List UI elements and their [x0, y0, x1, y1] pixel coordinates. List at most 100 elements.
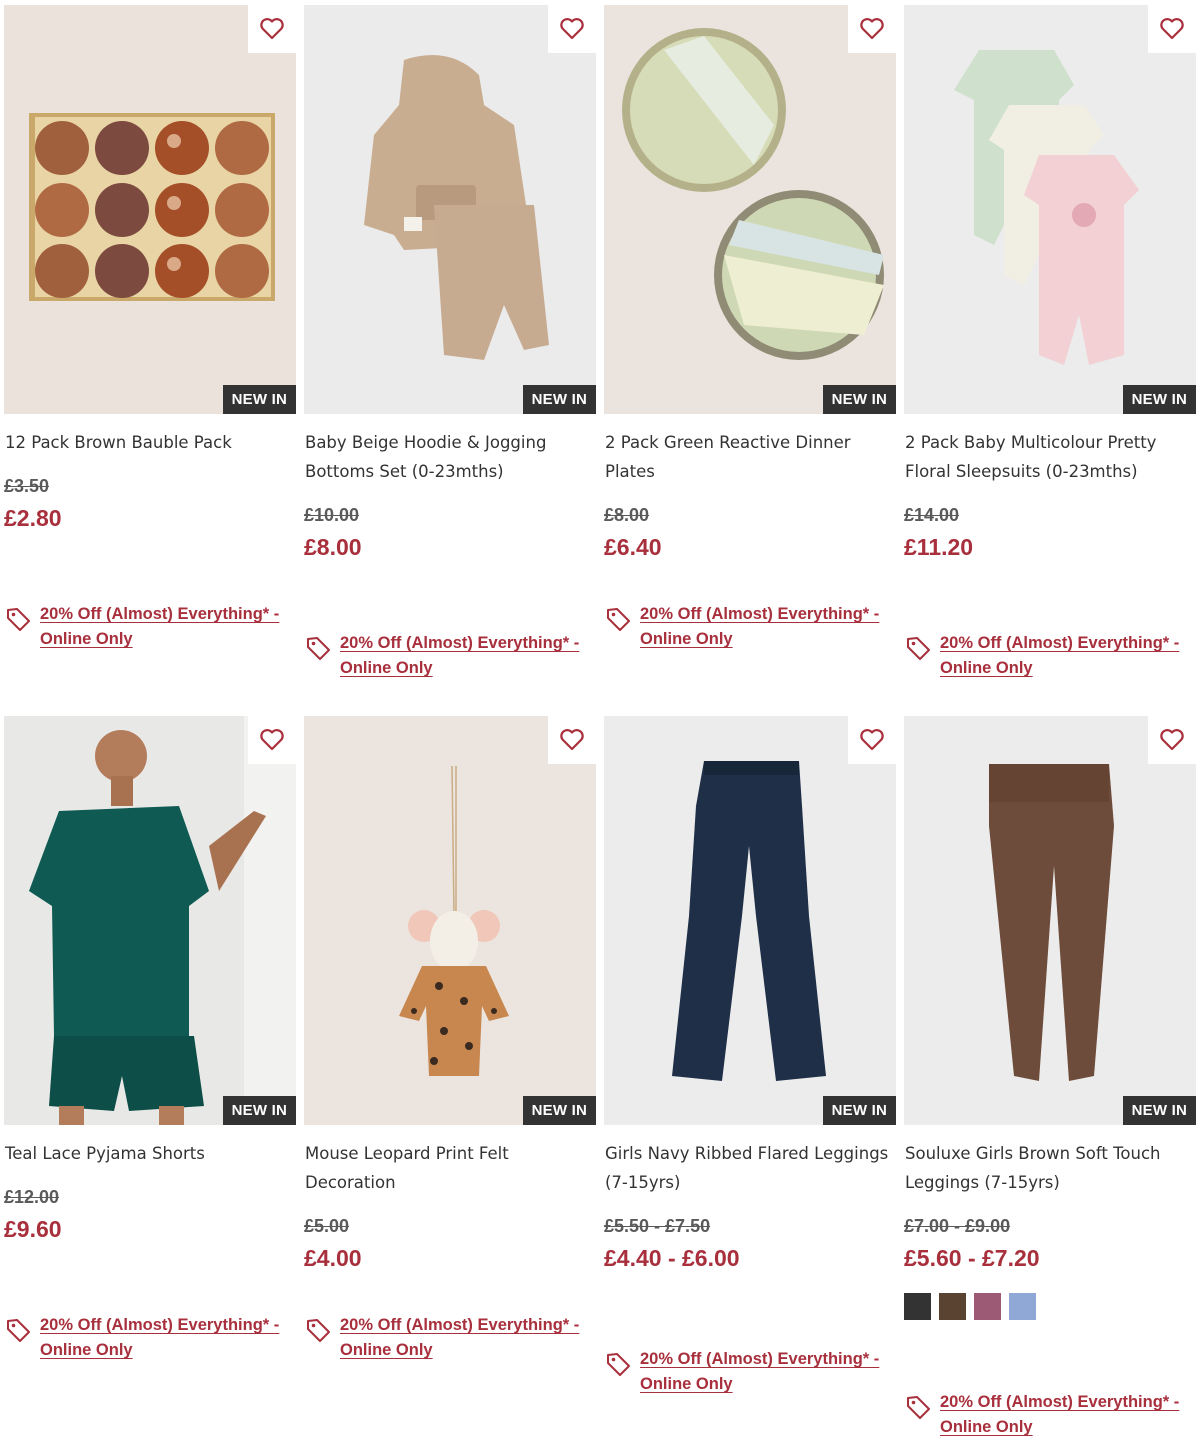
- product-title[interactable]: Girls Navy Ribbed Flared Leggings (7-15y…: [604, 1139, 896, 1197]
- now-price: £9.60: [4, 1216, 62, 1242]
- now-price: £8.00: [304, 534, 362, 560]
- promo-text[interactable]: 20% Off (Almost) Everything* - Online On…: [640, 1347, 880, 1397]
- wishlist-button[interactable]: [248, 716, 296, 764]
- product-title[interactable]: Baby Beige Hoodie & Jogging Bottoms Set …: [304, 428, 596, 486]
- product-card[interactable]: NEW IN Baby Beige Hoodie & Jogging Botto…: [304, 5, 596, 677]
- promo-link[interactable]: 20% Off (Almost) Everything* - Online On…: [604, 602, 880, 652]
- was-price: £5.50 - £7.50: [604, 1216, 711, 1236]
- product-card[interactable]: NEW IN Girls Navy Ribbed Flared Leggings…: [604, 716, 896, 1393]
- promo-text[interactable]: 20% Off (Almost) Everything* - Online On…: [640, 602, 880, 652]
- promo-link[interactable]: 20% Off (Almost) Everything* - Online On…: [304, 1313, 580, 1363]
- product-image[interactable]: NEW IN: [904, 716, 1196, 1125]
- heart-icon: [860, 18, 884, 40]
- product-card[interactable]: NEW IN Souluxe Girls Brown Soft Touch Le…: [904, 716, 1196, 1436]
- price-tag-icon: [907, 637, 930, 660]
- pyjama-shorts-image: [29, 716, 296, 1125]
- product-image[interactable]: NEW IN: [604, 716, 896, 1125]
- product-title[interactable]: Souluxe Girls Brown Soft Touch Leggings …: [904, 1139, 1196, 1197]
- product-title[interactable]: 2 Pack Baby Multicolour Pretty Floral Sl…: [904, 428, 1196, 486]
- wishlist-button[interactable]: [1148, 5, 1196, 53]
- colour-swatch[interactable]: [904, 1293, 931, 1320]
- promo-link[interactable]: 20% Off (Almost) Everything* - Online On…: [604, 1347, 880, 1397]
- hoodie-set-image: [364, 55, 549, 360]
- was-price: £5.00: [304, 1216, 350, 1236]
- navy-leggings-image: [672, 761, 826, 1081]
- now-price: £6.40: [604, 534, 662, 560]
- product-card[interactable]: NEW IN Teal Lace Pyjama Shorts £12.00 £9…: [4, 716, 296, 1359]
- product-image[interactable]: NEW IN: [604, 5, 896, 414]
- product-image[interactable]: NEW IN: [904, 5, 1196, 414]
- now-price: £4.40 - £6.00: [604, 1245, 740, 1271]
- brown-leggings-image: [989, 764, 1114, 1081]
- colour-swatch[interactable]: [1009, 1293, 1036, 1320]
- colour-swatch[interactable]: [974, 1293, 1001, 1320]
- promo-text[interactable]: 20% Off (Almost) Everything* - Online On…: [340, 631, 580, 681]
- product-card[interactable]: NEW IN 12 Pack Brown Bauble Pack £3.50 £…: [4, 5, 296, 648]
- wishlist-button[interactable]: [548, 716, 596, 764]
- promo-text[interactable]: 20% Off (Almost) Everything* - Online On…: [40, 602, 280, 652]
- product-grid: NEW IN 12 Pack Brown Bauble Pack £3.50 £…: [0, 0, 1200, 1439]
- heart-icon: [260, 729, 284, 751]
- heart-icon: [860, 729, 884, 751]
- promo-link[interactable]: 20% Off (Almost) Everything* - Online On…: [904, 1390, 1180, 1439]
- was-price: £14.00: [904, 505, 960, 525]
- wishlist-button[interactable]: [1148, 716, 1196, 764]
- product-image[interactable]: NEW IN: [4, 5, 296, 414]
- product-card[interactable]: NEW IN Mouse Leopard Print Felt Decorati…: [304, 716, 596, 1359]
- wishlist-button[interactable]: [548, 5, 596, 53]
- colour-swatch[interactable]: [939, 1293, 966, 1320]
- new-in-badge: NEW IN: [822, 1096, 896, 1125]
- now-price: £2.80: [4, 505, 62, 531]
- promo-text[interactable]: 20% Off (Almost) Everything* - Online On…: [940, 1390, 1180, 1439]
- was-price: £3.50: [4, 476, 50, 496]
- wishlist-button[interactable]: [848, 5, 896, 53]
- promo-link[interactable]: 20% Off (Almost) Everything* - Online On…: [4, 602, 280, 652]
- product-title[interactable]: 12 Pack Brown Bauble Pack: [4, 428, 296, 457]
- heart-icon: [560, 729, 584, 751]
- product-image[interactable]: NEW IN: [4, 716, 296, 1125]
- heart-icon: [260, 18, 284, 40]
- was-price: £10.00: [304, 505, 360, 525]
- price-tag-icon: [7, 608, 30, 631]
- new-in-badge: NEW IN: [522, 385, 596, 414]
- product-image[interactable]: NEW IN: [304, 5, 596, 414]
- price-tag-icon: [607, 1353, 630, 1376]
- product-title[interactable]: 2 Pack Green Reactive Dinner Plates: [604, 428, 896, 486]
- product-image[interactable]: NEW IN: [304, 716, 596, 1125]
- was-price: £8.00: [604, 505, 650, 525]
- dinner-plates-image: [622, 28, 884, 360]
- price-tag-icon: [907, 1396, 930, 1419]
- new-in-badge: NEW IN: [1122, 385, 1196, 414]
- new-in-badge: NEW IN: [222, 1096, 296, 1125]
- promo-link[interactable]: 20% Off (Almost) Everything* - Online On…: [4, 1313, 280, 1363]
- new-in-badge: NEW IN: [522, 1096, 596, 1125]
- product-title[interactable]: Teal Lace Pyjama Shorts: [4, 1139, 296, 1168]
- promo-link[interactable]: 20% Off (Almost) Everything* - Online On…: [904, 631, 1180, 681]
- price-tag-icon: [607, 608, 630, 631]
- new-in-badge: NEW IN: [1122, 1096, 1196, 1125]
- now-price: £11.20: [904, 534, 974, 560]
- promo-link[interactable]: 20% Off (Almost) Everything* - Online On…: [304, 631, 580, 681]
- product-card[interactable]: NEW IN 2 Pack Green Reactive Dinner Plat…: [604, 5, 896, 648]
- sleepsuits-image: [954, 50, 1139, 365]
- price-tag-icon: [307, 637, 330, 660]
- heart-icon: [560, 18, 584, 40]
- wishlist-button[interactable]: [848, 716, 896, 764]
- promo-text[interactable]: 20% Off (Almost) Everything* - Online On…: [40, 1313, 280, 1363]
- was-price: £7.00 - £9.00: [904, 1216, 1011, 1236]
- wishlist-button[interactable]: [248, 5, 296, 53]
- promo-text[interactable]: 20% Off (Almost) Everything* - Online On…: [340, 1313, 580, 1363]
- heart-icon: [1160, 729, 1184, 751]
- product-card[interactable]: NEW IN 2 Pack Baby Multicolour Pretty Fl…: [904, 5, 1196, 677]
- new-in-badge: NEW IN: [822, 385, 896, 414]
- product-title[interactable]: Mouse Leopard Print Felt Decoration: [304, 1139, 596, 1197]
- new-in-badge: NEW IN: [222, 385, 296, 414]
- now-price: £4.00: [304, 1245, 362, 1271]
- heart-icon: [1160, 18, 1184, 40]
- price-tag-icon: [7, 1319, 30, 1342]
- colour-swatches: [904, 1293, 1196, 1320]
- promo-text[interactable]: 20% Off (Almost) Everything* - Online On…: [940, 631, 1180, 681]
- now-price: £5.60 - £7.20: [904, 1245, 1040, 1271]
- mouse-decoration-image: [399, 765, 509, 1076]
- price-tag-icon: [307, 1319, 330, 1342]
